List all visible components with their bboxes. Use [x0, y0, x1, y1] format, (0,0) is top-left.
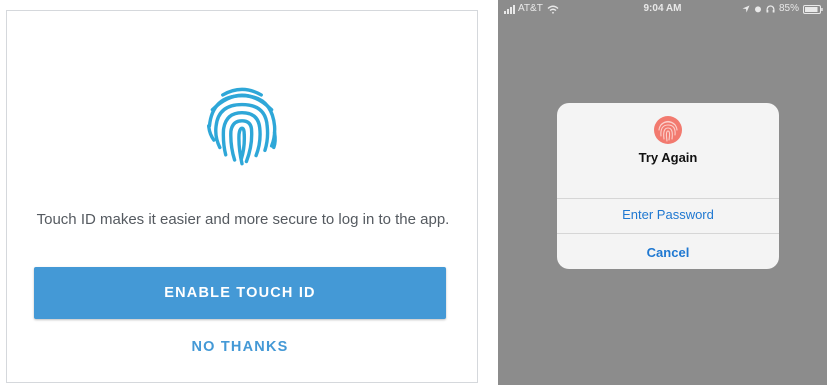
no-thanks-button[interactable]: NO THANKS: [34, 336, 446, 358]
fingerprint-icon: [206, 87, 277, 166]
alert-divider: [557, 233, 779, 234]
headphones-icon: [766, 5, 775, 13]
touch-id-setup-screen: Touch ID makes it easier and more secure…: [6, 10, 478, 383]
battery-icon: [803, 4, 823, 14]
alert-title: Try Again: [638, 150, 698, 165]
touch-id-description: Touch ID makes it easier and more secure…: [36, 211, 450, 228]
enter-password-button[interactable]: Enter Password: [557, 207, 779, 222]
location-icon: [742, 5, 750, 13]
touch-id-alert: Try Again Enter Password Cancel: [557, 103, 779, 269]
cancel-button[interactable]: Cancel: [557, 245, 779, 260]
screenshot-root: Touch ID makes it easier and more secure…: [0, 0, 827, 385]
battery-percentage: 85%: [778, 3, 799, 14]
enable-touch-id-button[interactable]: ENABLE TOUCH ID: [34, 267, 446, 319]
alarm-icon: [754, 6, 761, 13]
status-bar: AT&T 9:04 AM 85%: [498, 0, 827, 18]
ios-touch-id-screen: AT&T 9:04 AM 85% Try Again Enter Passwor…: [498, 0, 827, 385]
alert-divider: [557, 198, 779, 199]
fingerprint-icon: [654, 116, 682, 144]
status-right: 85%: [738, 0, 823, 18]
